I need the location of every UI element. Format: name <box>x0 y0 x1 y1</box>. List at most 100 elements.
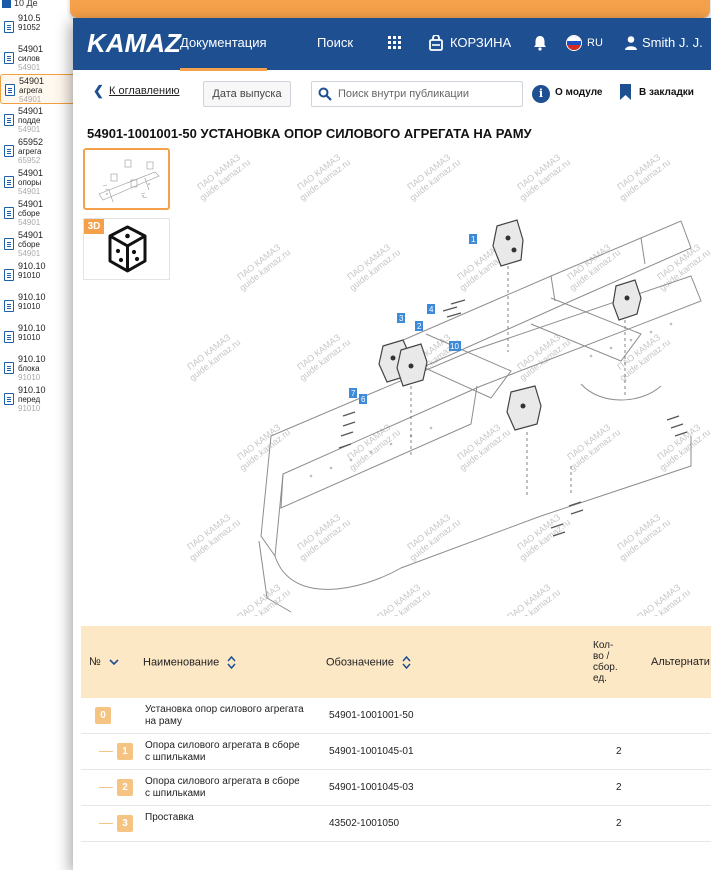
document-list-text: 91010 <box>18 271 41 280</box>
table-row[interactable]: 0 Установка опор силового агрегата на рам… <box>81 698 711 734</box>
document-list-item[interactable]: 54901 подде 54901 <box>0 105 78 135</box>
document-list-item[interactable]: 54901 опоры 54901 <box>0 167 78 197</box>
part-qty: 2 <box>616 746 622 757</box>
callout-4: 4 <box>429 305 434 314</box>
apps-grid-icon[interactable] <box>388 36 402 50</box>
sort-icon <box>402 656 411 669</box>
nav-cart[interactable]: КОРЗИНА <box>450 35 511 50</box>
row-number-badge: 0 <box>95 707 111 724</box>
bookmark-icon[interactable] <box>620 84 631 100</box>
document-list-text: 91052 <box>18 23 41 32</box>
folder-icon <box>2 0 11 8</box>
add-bookmark-link[interactable]: В закладки <box>639 87 694 98</box>
3d-badge: 3D <box>84 219 104 234</box>
document-list-text: 54901 <box>18 218 41 227</box>
document-list-text: 910.10 <box>18 354 46 364</box>
document-icon <box>4 21 14 33</box>
part-code: 54901-1001001-50 <box>329 710 414 721</box>
cart-icon[interactable] <box>429 35 443 51</box>
col-qty-line2: во / <box>593 651 610 662</box>
document-icon <box>4 207 14 219</box>
document-list-item[interactable]: 54901 сборе 54901 <box>0 198 78 228</box>
bell-icon[interactable] <box>532 35 548 51</box>
tree-connector <box>99 751 113 752</box>
document-list-item[interactable]: 910.10 91010 <box>0 291 78 321</box>
document-list-text: перед <box>18 395 41 404</box>
document-icon <box>4 176 14 188</box>
document-list-text: блока <box>18 364 40 373</box>
release-date-button[interactable]: Дата выпуска <box>203 81 291 107</box>
nav-documentation[interactable]: Документация <box>180 35 267 71</box>
user-icon[interactable] <box>624 35 638 51</box>
parts-table: № Наименование Обозначение Кол- во / сбо… <box>81 626 711 842</box>
document-icon <box>4 300 14 312</box>
col-number-header[interactable]: № <box>89 656 119 668</box>
assembly-drawing[interactable]: ПАО КАМАЗ guide.kamaz.ru ПАО КАМАЗ guide.ka… <box>171 136 711 616</box>
part-name: Опора силового агрегата в сборе с шпильк… <box>145 740 300 763</box>
part-name: Проставка <box>145 812 194 823</box>
table-row[interactable]: 3 Проставка 43502-1001050 2 <box>81 806 711 842</box>
list-header-label: 10 Де <box>14 0 38 8</box>
document-list-text: 54901 <box>18 106 44 116</box>
publication-search-input[interactable] <box>338 86 518 102</box>
drawing-thumbnail[interactable] <box>83 148 170 210</box>
publication-search[interactable] <box>311 81 523 107</box>
tree-connector <box>99 787 113 788</box>
parts-table-body: 0 Установка опор силового агрегата на рам… <box>81 698 711 842</box>
language-selector[interactable]: RU <box>587 37 603 49</box>
nav-search[interactable]: Поиск <box>317 35 353 50</box>
document-list-text: сборе <box>18 240 40 249</box>
document-icon <box>4 114 14 126</box>
document-list-text: 65952 <box>18 137 44 147</box>
top-navbar: KAMAZ Документация Поиск КОРЗИНА RU Smit… <box>73 18 711 71</box>
document-list-text: 54901 <box>18 199 44 209</box>
col-code-label: Обозначение <box>326 656 395 669</box>
document-list-item[interactable]: 54901 агрега 54901 <box>0 74 78 104</box>
chevron-left-icon[interactable]: ❮ <box>93 84 104 97</box>
callout-7: 7 <box>351 389 356 398</box>
part-qty: 2 <box>616 818 622 829</box>
publication-toolbar: ❮ К оглавлению Дата выпуска i О модуле В… <box>73 70 711 116</box>
document-list-text: силов <box>18 54 40 63</box>
document-list-text: опоры <box>18 178 42 187</box>
document-list-item[interactable]: 54901 сборе 54901 <box>0 229 78 259</box>
table-row[interactable]: 2 Опора силового агрегата в сборе с шпиль… <box>81 770 711 806</box>
about-module-link[interactable]: О модуле <box>555 87 602 98</box>
document-list-item[interactable]: 54901 силов 54901 <box>0 43 78 73</box>
document-icon <box>4 393 14 405</box>
document-list-item[interactable]: 910.10 91010 <box>0 322 78 352</box>
part-name: Установка опор силового агрегата на раму <box>145 704 304 727</box>
document-icon <box>4 331 14 343</box>
table-row[interactable]: 1 Опора силового агрегата в сборе с шпиль… <box>81 734 711 770</box>
document-list-text: 54901 <box>18 249 41 258</box>
document-list-text: 91010 <box>18 333 41 342</box>
col-number-label: № <box>89 656 101 668</box>
search-icon <box>318 87 332 101</box>
col-code-header[interactable]: Обозначение <box>326 656 411 669</box>
document-list-item[interactable]: 65952 агрега 65952 <box>0 136 78 166</box>
parts-table-header: № Наименование Обозначение Кол- во / сбо… <box>81 626 711 698</box>
document-icon <box>4 52 14 64</box>
document-list-item[interactable]: 910.10 блока 91010 <box>0 353 78 383</box>
document-list-text: 910.10 <box>18 323 46 333</box>
document-list-text: 54901 <box>18 187 41 196</box>
screen: 10 Де 910.5 91052 54901 силов 54901 54901 агре… <box>0 0 711 870</box>
document-list-item[interactable]: 910.10 91010 <box>0 260 78 290</box>
part-code: 54901-1001045-03 <box>329 782 414 793</box>
back-to-contents-link[interactable]: К оглавлению <box>109 85 180 97</box>
col-name-header[interactable]: Наименование <box>143 656 236 669</box>
russian-flag-icon[interactable] <box>566 35 582 51</box>
document-list-text: 54901 <box>19 76 45 86</box>
col-name-label: Наименование <box>143 656 220 669</box>
col-alt-header: Альтернати <box>651 656 710 668</box>
document-list-item[interactable]: 910.10 перед 91010 <box>0 384 78 414</box>
document-list-item[interactable]: 910.5 91052 <box>0 12 78 42</box>
3d-model-thumbnail[interactable]: 3D <box>83 218 170 280</box>
kamaz-logo[interactable]: KAMAZ <box>87 28 181 59</box>
document-list-text: 910.10 <box>18 261 46 271</box>
callout-1: 1 <box>471 235 476 244</box>
user-name[interactable]: Smith J. J. <box>642 35 703 50</box>
document-list-text: агрега <box>18 147 42 156</box>
document-list-text: 54901 <box>18 44 44 54</box>
info-icon[interactable]: i <box>532 85 550 103</box>
